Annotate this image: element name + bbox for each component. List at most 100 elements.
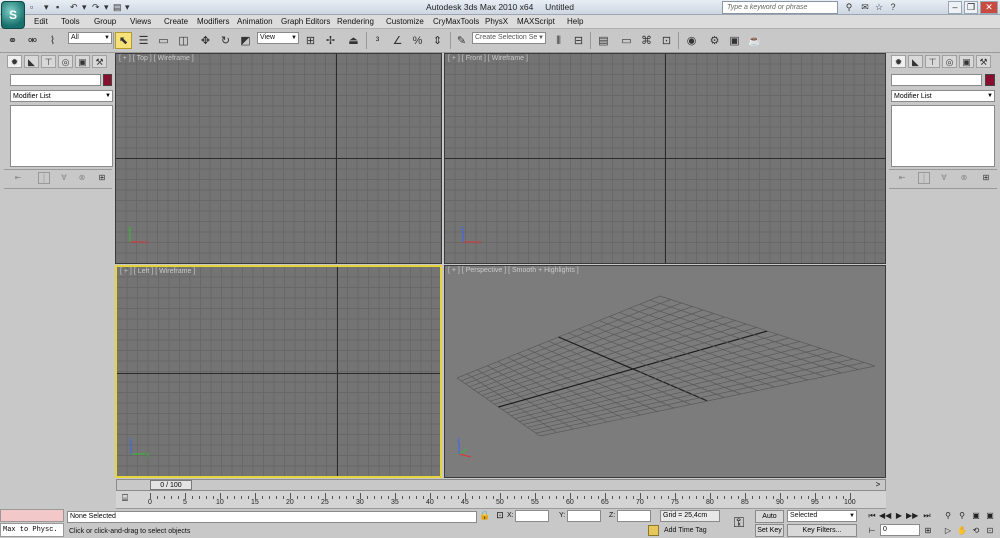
select-and-scale-icon[interactable]: ◩ <box>237 32 254 49</box>
orbit-icon[interactable]: ⟲ <box>970 525 982 536</box>
redo-dropdown-icon[interactable]: ▾ <box>104 1 109 13</box>
absolute-mode-icon[interactable]: ⊡ <box>494 510 506 522</box>
x-coordinate-field[interactable] <box>515 510 549 522</box>
current-frame-field[interactable]: 0 <box>880 524 920 536</box>
menu-graph-editors[interactable]: Graph Editors <box>281 16 330 28</box>
zoom-icon[interactable]: ⚲ <box>942 510 954 521</box>
object-color-swatch[interactable] <box>985 74 995 86</box>
favorites-star-icon[interactable]: ☆ <box>872 1 886 14</box>
select-by-name-icon[interactable]: ☰ <box>135 32 152 49</box>
field-of-view-icon[interactable]: ▷ <box>942 525 954 536</box>
key-filters-button[interactable]: Key Filters... <box>787 524 857 537</box>
project-folder-icon[interactable]: ▤ <box>113 1 122 13</box>
zoom-all-icon[interactable]: ⚲ <box>956 510 968 521</box>
layer-manager-icon[interactable]: ▤ <box>595 32 612 49</box>
lock-selection-icon[interactable]: 🔒 <box>479 510 491 522</box>
show-end-result-icon[interactable]: ⏐ <box>38 172 50 184</box>
set-key-button[interactable]: Set Key <box>755 524 784 537</box>
snaps-toggle-icon[interactable]: ³ <box>369 32 386 49</box>
key-mode-toggle-icon[interactable]: ⊢ <box>866 525 878 536</box>
modifier-list-dropdown[interactable]: Modifier List ▼ <box>10 90 113 102</box>
modifier-stack[interactable] <box>891 105 995 167</box>
remove-modifier-icon[interactable]: ⊗ <box>76 172 88 184</box>
go-to-end-icon[interactable]: ⏭ <box>921 510 933 521</box>
go-to-start-icon[interactable]: ⏮ <box>866 510 878 521</box>
named-selection-sets-dropdown[interactable]: Create Selection Se ▼ <box>472 32 546 44</box>
key-mode-dropdown[interactable]: Selected ▼ <box>787 510 857 522</box>
menu-edit[interactable]: Edit <box>34 16 48 28</box>
window-crossing-icon[interactable]: ◫ <box>175 32 192 49</box>
menu-modifiers[interactable]: Modifiers <box>197 16 229 28</box>
minimize-button[interactable]: – <box>948 1 962 14</box>
display-tab-icon[interactable]: ▣ <box>959 55 974 68</box>
zoom-extents-icon[interactable]: ▣ <box>970 510 982 521</box>
modifier-stack[interactable] <box>10 105 113 167</box>
time-tag-icon[interactable] <box>648 525 659 536</box>
modify-tab-icon[interactable]: ◣ <box>908 55 923 68</box>
render-production-icon[interactable]: ☕ <box>746 32 763 49</box>
menu-rendering[interactable]: Rendering <box>337 16 374 28</box>
modifier-list-dropdown[interactable]: Modifier List ▼ <box>891 90 995 102</box>
pivot-center-icon[interactable]: ⊞ <box>302 32 319 49</box>
maxscript-listener-top[interactable] <box>0 509 64 522</box>
y-coordinate-field[interactable] <box>567 510 601 522</box>
utilities-tab-icon[interactable]: ⚒ <box>92 55 107 68</box>
viewport-label[interactable]: [ + ] [ Top ] [ Wireframe ] <box>119 55 194 62</box>
create-tab-icon[interactable]: ✹ <box>891 55 906 68</box>
select-and-rotate-icon[interactable]: ↻ <box>217 32 234 49</box>
configure-modifier-sets-icon[interactable]: ⊞ <box>96 172 108 184</box>
add-time-tag-button[interactable]: Add Time Tag <box>664 525 707 537</box>
select-object-icon[interactable]: ⬉ <box>115 32 132 49</box>
reference-coordinate-dropdown[interactable]: View ▼ <box>257 32 299 44</box>
redo-icon[interactable]: ↷ <box>92 1 100 13</box>
selection-filter-dropdown[interactable]: All ▼ <box>68 32 112 44</box>
maxscript-listener-input[interactable]: Max to Physc. <box>0 523 64 537</box>
object-name-field[interactable] <box>10 74 101 86</box>
rendered-frame-window-icon[interactable]: ▣ <box>726 32 743 49</box>
hierarchy-tab-icon[interactable]: ⊤ <box>925 55 940 68</box>
undo-dropdown-icon[interactable]: ▾ <box>82 1 87 13</box>
spinner-snap-icon[interactable]: ⇕ <box>429 32 446 49</box>
percent-snap-icon[interactable]: % <box>409 32 426 49</box>
time-slider-thumb[interactable]: 0 / 100 <box>150 480 192 490</box>
quick-access-dropdown-icon[interactable]: ▾ <box>125 1 130 13</box>
time-slider-next-icon[interactable]: > <box>872 479 884 491</box>
menu-views[interactable]: Views <box>130 16 151 28</box>
viewport-top[interactable]: [ + ] [ Top ] [ Wireframe ] xy <box>115 53 442 264</box>
application-button[interactable]: S <box>1 1 25 29</box>
auto-key-button[interactable]: Auto Key <box>755 510 784 531</box>
graphite-ribbon-icon[interactable]: ▭ <box>618 32 635 49</box>
viewport-label[interactable]: [ + ] [ Front ] [ Wireframe ] <box>448 55 528 62</box>
maximize-viewport-icon[interactable]: ⊡ <box>984 525 996 536</box>
utilities-tab-icon[interactable]: ⚒ <box>976 55 991 68</box>
hierarchy-tab-icon[interactable]: ⊤ <box>41 55 56 68</box>
configure-modifier-sets-icon[interactable]: ⊞ <box>980 172 992 184</box>
viewport-front[interactable]: [ + ] [ Front ] [ Wireframe ] xz <box>444 53 886 264</box>
make-unique-icon[interactable]: ∀ <box>938 172 950 184</box>
select-and-link-icon[interactable]: ⚭ <box>4 32 21 49</box>
viewport-left[interactable]: [ + ] [ Left ] [ Wireframe ] yz <box>115 265 442 478</box>
show-end-result-icon[interactable]: ⏐ <box>918 172 930 184</box>
select-and-manipulate-icon[interactable]: ✢ <box>322 32 339 49</box>
make-unique-icon[interactable]: ∀ <box>58 172 70 184</box>
help-icon[interactable]: ? <box>886 1 900 14</box>
undo-icon[interactable]: ↶ <box>70 1 78 13</box>
render-setup-icon[interactable]: ⚙ <box>706 32 723 49</box>
rectangular-selection-icon[interactable]: ▭ <box>155 32 172 49</box>
motion-tab-icon[interactable]: ◎ <box>58 55 73 68</box>
menu-customize[interactable]: Customize <box>386 16 424 28</box>
search-input[interactable]: Type a keyword or phrase <box>722 1 838 14</box>
schematic-view-icon[interactable]: ⊡ <box>658 32 675 49</box>
new-file-icon[interactable]: ▫ <box>30 1 33 13</box>
viewport-perspective[interactable]: [ + ] [ Perspective ] [ Smooth + Highlig… <box>444 265 886 478</box>
time-configuration-icon[interactable]: ⊞ <box>922 525 934 536</box>
align-icon[interactable]: ⊟ <box>570 32 587 49</box>
object-color-swatch[interactable] <box>103 74 112 86</box>
remove-modifier-icon[interactable]: ⊗ <box>958 172 970 184</box>
binoculars-icon[interactable]: ⚲ <box>842 1 856 14</box>
previous-frame-icon[interactable]: ◀◀ <box>879 510 891 521</box>
menu-maxscript[interactable]: MAXScript <box>517 16 555 28</box>
menu-tools[interactable]: Tools <box>61 16 80 28</box>
save-file-icon[interactable]: ▪ <box>56 1 59 13</box>
open-file-icon[interactable]: ▾ <box>44 1 49 13</box>
